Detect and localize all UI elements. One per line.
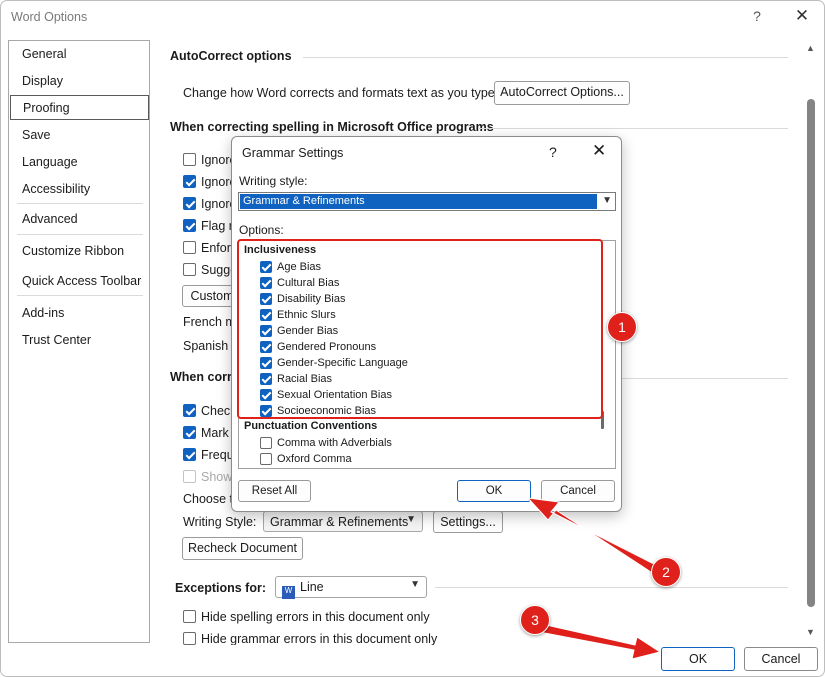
nav-divider: [17, 234, 143, 235]
ignore-numbers-checkbox[interactable]: [183, 175, 196, 188]
show-readability-checkbox[interactable]: [183, 470, 196, 483]
window-title: Word Options: [11, 10, 88, 24]
options-label: Options:: [239, 223, 284, 237]
settings-button[interactable]: Settings...: [433, 511, 503, 533]
step-badge-3: 3: [520, 605, 550, 635]
cancel-button[interactable]: Cancel: [744, 647, 818, 671]
frequently-confused-checkbox[interactable]: [183, 448, 196, 461]
scrollbar-thumb[interactable]: [807, 99, 815, 607]
checkbox-label: Hide spelling errors in this document on…: [201, 610, 430, 624]
nav-divider: [17, 295, 143, 296]
checkbox-label: Hide grammar errors in this document onl…: [201, 632, 438, 645]
help-button[interactable]: ?: [549, 144, 557, 160]
nav-item-trust-center[interactable]: Trust Center: [22, 333, 91, 347]
grammar-ok-button[interactable]: OK: [457, 480, 531, 502]
writing-style-label: Writing style:: [239, 174, 308, 188]
nav-item-display[interactable]: Display: [22, 74, 63, 88]
ok-button[interactable]: OK: [661, 647, 735, 671]
suggest-main-checkbox[interactable]: [183, 263, 196, 276]
spelling-office-section-title: When correcting spelling in Microsoft Of…: [170, 120, 494, 134]
option-label: Comma with Adverbials: [277, 437, 392, 449]
nav-item-quick-access-toolbar[interactable]: Quick Access Toolbar: [22, 274, 141, 288]
options-nav: General Display Proofing Save Language A…: [8, 40, 150, 643]
check-spelling-checkbox[interactable]: [183, 404, 196, 417]
nav-divider: [17, 203, 143, 204]
highlight-box: [237, 239, 603, 419]
exceptions-label: Exceptions for:: [175, 581, 266, 595]
writing-style-dropdown[interactable]: Grammar & Refinements ▼: [263, 511, 423, 532]
word-document-icon: W: [282, 586, 295, 599]
writing-style-label: Writing Style:: [183, 515, 257, 529]
section-divider: [435, 587, 788, 588]
writing-style-selected: Grammar & Refinements: [240, 194, 597, 209]
enforce-accented-checkbox[interactable]: [183, 241, 196, 254]
section-divider: [478, 128, 788, 129]
title-bar: Word Options ? ✕: [1, 1, 824, 33]
vertical-scrollbar[interactable]: ▲ ▼: [803, 39, 819, 643]
exceptions-document-value: Line: [300, 580, 324, 594]
recheck-document-button[interactable]: Recheck Document: [182, 537, 303, 560]
ignore-internet-checkbox[interactable]: [183, 197, 196, 210]
nav-item-add-ins[interactable]: Add-ins: [22, 306, 64, 320]
option-label: Oxford Comma: [277, 453, 352, 465]
help-button[interactable]: ?: [749, 8, 765, 24]
scroll-up-icon[interactable]: ▲: [806, 43, 815, 53]
nav-item-advanced[interactable]: Advanced: [22, 212, 78, 226]
nav-item-accessibility[interactable]: Accessibility: [22, 182, 90, 196]
section-divider: [618, 378, 788, 379]
exceptions-document-dropdown[interactable]: W Line ▼: [275, 576, 427, 599]
spelling-word-section-title: When corre: [170, 370, 239, 384]
step-badge-1: 1: [607, 312, 637, 342]
chevron-down-icon: ▼: [406, 514, 416, 525]
ignore-uppercase-checkbox[interactable]: [183, 153, 196, 166]
mark-grammar-checkbox[interactable]: [183, 426, 196, 439]
hide-spelling-errors-checkbox[interactable]: [183, 610, 196, 623]
nav-item-general[interactable]: General: [22, 47, 66, 61]
chevron-down-icon: ▼: [410, 579, 420, 590]
autocorrect-options-button[interactable]: AutoCorrect Options...: [494, 81, 630, 105]
nav-item-customize-ribbon[interactable]: Customize Ribbon: [22, 244, 124, 258]
checkbox-label: Frequ: [201, 448, 234, 462]
french-modes-label: French m: [183, 315, 236, 329]
comma-with-adverbials-checkbox[interactable]: [260, 437, 272, 449]
nav-item-save[interactable]: Save: [22, 128, 51, 142]
scroll-down-icon[interactable]: ▼: [806, 627, 815, 637]
writing-style-select[interactable]: Grammar & Refinements ▼: [238, 192, 616, 211]
writing-style-value: Grammar & Refinements: [270, 515, 409, 529]
group-header-punctuation: Punctuation Conventions: [244, 420, 378, 432]
section-divider: [303, 57, 788, 58]
hide-grammar-errors-checkbox[interactable]: [183, 632, 196, 645]
oxford-comma-checkbox[interactable]: [260, 453, 272, 465]
autocorrect-description: Change how Word corrects and formats tex…: [183, 86, 499, 100]
reset-all-button[interactable]: Reset All: [238, 480, 311, 502]
nav-item-proofing[interactable]: Proofing: [10, 95, 149, 120]
chevron-down-icon: ▼: [602, 195, 612, 206]
autocorrect-section-title: AutoCorrect options: [170, 49, 292, 63]
checkbox-label: Show: [201, 470, 233, 484]
flag-repeated-checkbox[interactable]: [183, 219, 196, 232]
step-badge-2: 2: [651, 557, 681, 587]
grammar-dialog-title: Grammar Settings: [242, 146, 344, 160]
grammar-cancel-button[interactable]: Cancel: [541, 480, 615, 502]
close-icon[interactable]: ✕: [792, 6, 812, 26]
nav-item-language[interactable]: Language: [22, 155, 78, 169]
close-icon[interactable]: ✕: [592, 141, 606, 161]
